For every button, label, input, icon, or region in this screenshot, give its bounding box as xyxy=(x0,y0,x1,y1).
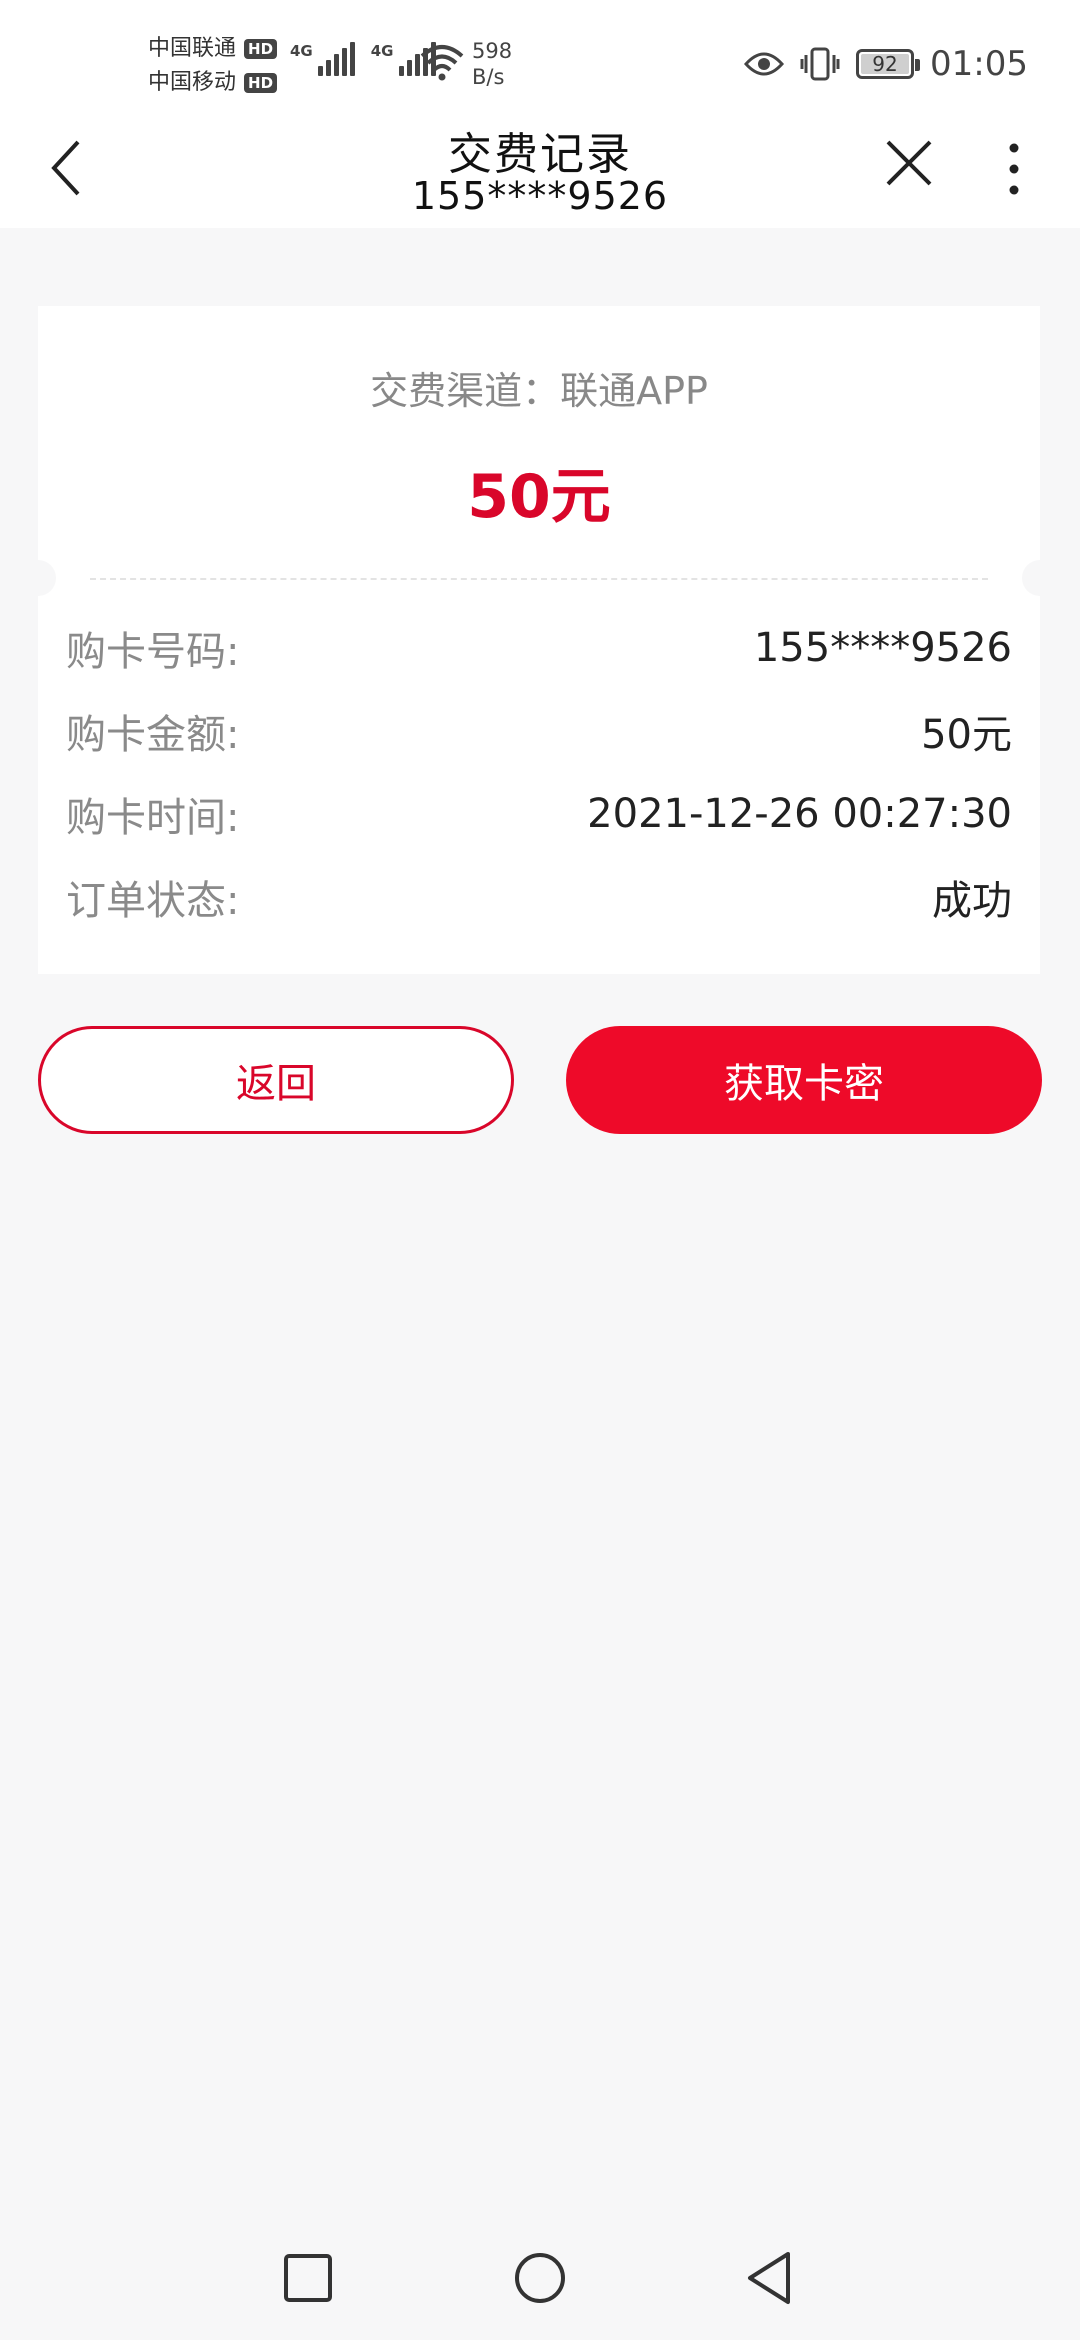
net-speed-value: 598 xyxy=(472,39,513,63)
payment-record-card: 交费渠道：联通APP 50元 购卡号码: 155****9526 购卡金额: 5… xyxy=(20,306,1058,974)
net-speed-unit: B/s xyxy=(472,65,505,89)
status-bar: 中国联通 HD 中国移动 HD 4G 4G 598 B/s 92 01:05 xyxy=(0,0,1080,128)
eye-icon xyxy=(744,52,785,76)
hd-badge: HD xyxy=(244,73,278,93)
network-tag: 4G xyxy=(290,42,313,60)
detail-list: 购卡号码: 155****9526 购卡金额: 50元 购卡时间: 2021-1… xyxy=(66,606,1012,938)
signal-icon: 4G xyxy=(290,42,355,76)
detail-label: 购卡金额: xyxy=(66,711,240,758)
more-icon[interactable] xyxy=(1000,140,1028,198)
detail-value: 成功 xyxy=(932,877,1012,924)
get-card-secret-button[interactable]: 获取卡密 xyxy=(566,1026,1042,1134)
hd-badge: HD xyxy=(244,39,278,59)
status-right: 92 01:05 xyxy=(744,44,1028,84)
detail-label: 订单状态: xyxy=(66,877,240,924)
back-triangle-icon[interactable] xyxy=(742,2250,798,2306)
clock: 01:05 xyxy=(930,44,1028,84)
detail-value: 155****9526 xyxy=(753,624,1012,671)
card-summary: 交费渠道：联通APP 50元 xyxy=(38,306,1040,578)
battery-icon: 92 xyxy=(856,49,921,79)
header: 交费记录 155****9526 xyxy=(0,128,1080,228)
battery-level: 92 xyxy=(872,52,898,76)
detail-row-amount: 购卡金额: 50元 xyxy=(66,689,1012,772)
system-nav-bar xyxy=(0,2216,1080,2340)
wifi-icon xyxy=(420,45,464,81)
card-notch xyxy=(20,560,56,596)
recent-apps-icon[interactable] xyxy=(280,2250,336,2306)
home-icon[interactable] xyxy=(512,2250,568,2306)
net-speed: 598 B/s xyxy=(472,38,512,90)
detail-row-number: 购卡号码: 155****9526 xyxy=(66,606,1012,689)
detail-label: 购卡号码: xyxy=(66,628,240,675)
detail-value: 2021-12-26 00:27:30 xyxy=(587,790,1012,837)
payment-channel: 交费渠道：联通APP xyxy=(370,369,708,413)
signal-icons: 4G 4G xyxy=(290,42,436,76)
payment-amount: 50元 xyxy=(467,462,611,532)
carrier-info: 中国联通 HD 中国移动 HD xyxy=(148,32,278,100)
card-notch xyxy=(1022,560,1058,596)
detail-row-time: 购卡时间: 2021-12-26 00:27:30 xyxy=(66,772,1012,855)
detail-row-status: 订单状态: 成功 xyxy=(66,855,1012,938)
detail-label: 购卡时间: xyxy=(66,794,240,841)
return-button[interactable]: 返回 xyxy=(38,1026,514,1134)
close-icon[interactable] xyxy=(884,138,934,188)
carrier-1: 中国联通 xyxy=(148,36,237,61)
vibrate-icon xyxy=(800,47,840,81)
carrier-2: 中国移动 xyxy=(148,70,237,95)
network-tag: 4G xyxy=(370,42,394,60)
detail-value: 50元 xyxy=(921,711,1012,758)
dashed-divider xyxy=(90,578,988,580)
